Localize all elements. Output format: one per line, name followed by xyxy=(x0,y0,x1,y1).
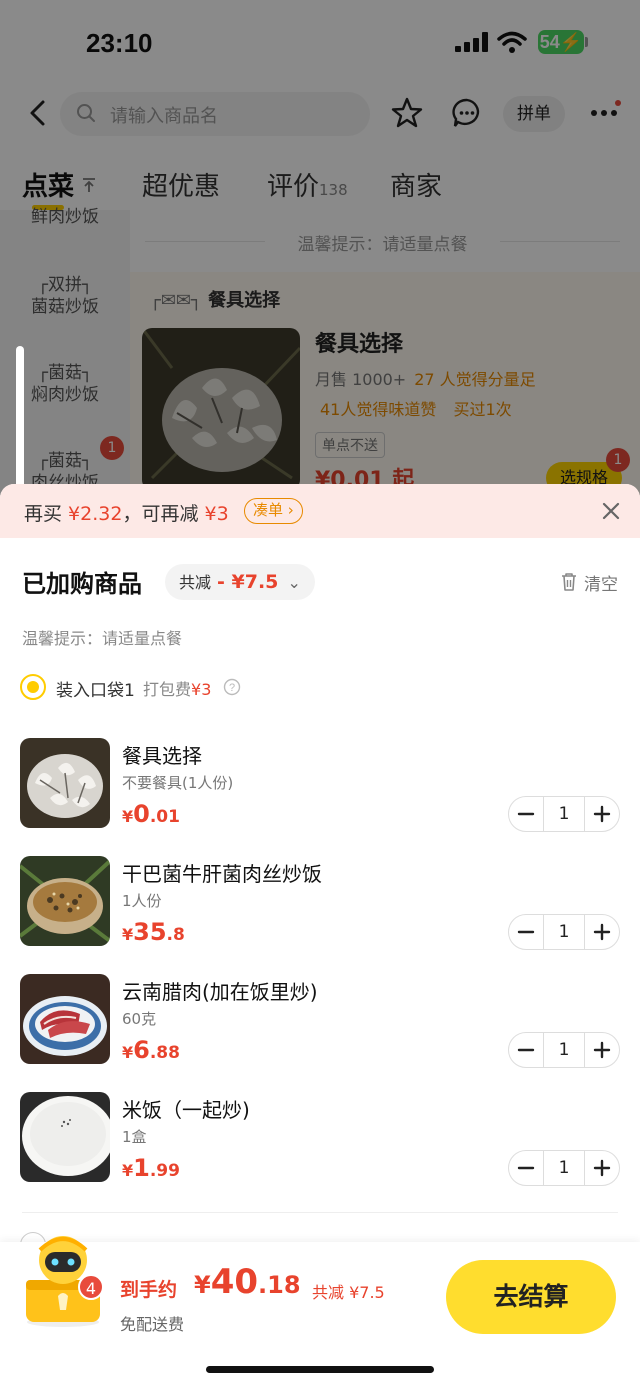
item-price: ¥35.8 xyxy=(122,918,185,946)
dim-overlay[interactable] xyxy=(0,0,640,540)
quantity-stepper: 1 xyxy=(508,796,620,832)
quantity-value[interactable]: 1 xyxy=(543,797,585,831)
discount-label: 共减 xyxy=(179,573,212,592)
bag-radio[interactable] xyxy=(20,674,46,700)
discount-value: - ¥7.5 xyxy=(217,571,279,593)
divider xyxy=(22,1212,618,1213)
checkout-button[interactable]: 去结算 xyxy=(446,1260,616,1334)
item-name: 餐具选择 xyxy=(122,744,202,768)
cart-count-badge: 4 xyxy=(78,1274,104,1300)
packing-fee-label: 打包费 xyxy=(143,680,192,699)
item-spec: 60克 xyxy=(122,1010,157,1028)
clear-cart-button[interactable]: 清空 xyxy=(560,570,618,595)
promo-text-mid: ，可再减 xyxy=(122,503,205,525)
item-image[interactable] xyxy=(20,1092,110,1182)
cart-item: 餐具选择 不要餐具(1人份) ¥0.01 1 xyxy=(0,738,640,838)
item-price: ¥1.99 xyxy=(122,1154,180,1182)
quantity-value[interactable]: 1 xyxy=(543,1033,585,1067)
item-price-dec: .88 xyxy=(149,1043,180,1063)
checkout-bar: 4 到手约 ¥40.18 共减 ¥7.5 免配送费 去结算 xyxy=(0,1236,640,1387)
item-name: 干巴菌牛肝菌肉丝炒饭 xyxy=(122,862,322,886)
add-more-button[interactable]: 凑单 › xyxy=(244,498,303,524)
item-price-int: 0 xyxy=(133,800,150,828)
help-icon[interactable]: ? xyxy=(223,678,241,696)
item-price-int: 35 xyxy=(133,918,167,946)
packing-fee: 打包费¥3 xyxy=(143,676,211,700)
quantity-value[interactable]: 1 xyxy=(543,915,585,949)
quantity-stepper: 1 xyxy=(508,1032,620,1068)
item-image[interactable] xyxy=(20,856,110,946)
promo-amount-needed: ¥2.32 xyxy=(68,503,123,525)
item-price-int: 6 xyxy=(133,1036,150,1064)
promo-text: 再买 ¥2.32，可再减 ¥3 xyxy=(24,499,229,526)
close-icon[interactable] xyxy=(600,500,622,522)
item-price-dec: .01 xyxy=(149,807,180,827)
total-amount: ¥40.18 xyxy=(194,1262,301,1302)
cart-title: 已加购商品 xyxy=(22,570,142,598)
total-saved: 共减 ¥7.5 xyxy=(312,1283,385,1302)
bag-label: 装入口袋1 xyxy=(56,681,135,701)
cart-item: 米饭（一起炒) 1盒 ¥1.99 1 xyxy=(0,1092,640,1192)
increase-button[interactable] xyxy=(585,1151,619,1185)
decrease-button[interactable] xyxy=(509,1033,543,1067)
delivery-fee-note: 免配送费 xyxy=(120,1315,185,1334)
item-image[interactable] xyxy=(20,738,110,828)
promo-amount-saved: ¥3 xyxy=(204,503,229,525)
increase-button[interactable] xyxy=(585,1033,619,1067)
total-label: 到手约 xyxy=(120,1279,178,1301)
quantity-stepper: 1 xyxy=(508,914,620,950)
decrease-button[interactable] xyxy=(509,1151,543,1185)
cart-item: 云南腊肉(加在饭里炒) 60克 ¥6.88 1 xyxy=(0,974,640,1074)
total-dec: .18 xyxy=(258,1271,301,1299)
cart-hint: 温馨提示：请适量点餐 xyxy=(22,629,183,648)
currency-symbol: ¥ xyxy=(122,1161,134,1180)
item-spec: 1人份 xyxy=(122,892,162,910)
discount-summary-button[interactable]: 共减 - ¥7.5 ⌄ xyxy=(165,564,315,600)
item-image[interactable] xyxy=(20,974,110,1064)
clear-label: 清空 xyxy=(584,575,618,595)
item-price-int: 1 xyxy=(133,1154,150,1182)
trash-icon xyxy=(562,573,576,591)
item-price: ¥0.01 xyxy=(122,800,180,828)
currency-symbol: ¥ xyxy=(122,1043,134,1062)
packing-fee-value: ¥3 xyxy=(191,680,212,699)
item-name: 米饭（一起炒) xyxy=(122,1098,250,1122)
item-price: ¥6.88 xyxy=(122,1036,180,1064)
item-spec: 不要餐具(1人份) xyxy=(122,774,234,792)
total-int: 40 xyxy=(210,1262,259,1302)
promo-banner: 再买 ¥2.32，可再减 ¥3 凑单 › xyxy=(0,484,640,538)
chevron-down-icon: ⌄ xyxy=(287,573,301,592)
item-price-dec: .8 xyxy=(166,925,185,945)
quantity-stepper: 1 xyxy=(508,1150,620,1186)
item-spec: 1盒 xyxy=(122,1128,147,1146)
promo-text-prefix: 再买 xyxy=(24,503,69,525)
quantity-value[interactable]: 1 xyxy=(543,1151,585,1185)
item-price-dec: .99 xyxy=(149,1161,180,1181)
cart-item: 干巴菌牛肝菌肉丝炒饭 1人份 ¥35.8 1 xyxy=(0,856,640,956)
home-indicator xyxy=(206,1366,434,1373)
increase-button[interactable] xyxy=(585,797,619,831)
currency-symbol: ¥ xyxy=(122,925,134,944)
currency-symbol: ¥ xyxy=(194,1271,211,1299)
currency-symbol: ¥ xyxy=(122,807,134,826)
item-name: 云南腊肉(加在饭里炒) xyxy=(122,980,318,1004)
decrease-button[interactable] xyxy=(509,915,543,949)
decrease-button[interactable] xyxy=(509,797,543,831)
increase-button[interactable] xyxy=(585,915,619,949)
svg-text:?: ? xyxy=(229,682,235,694)
